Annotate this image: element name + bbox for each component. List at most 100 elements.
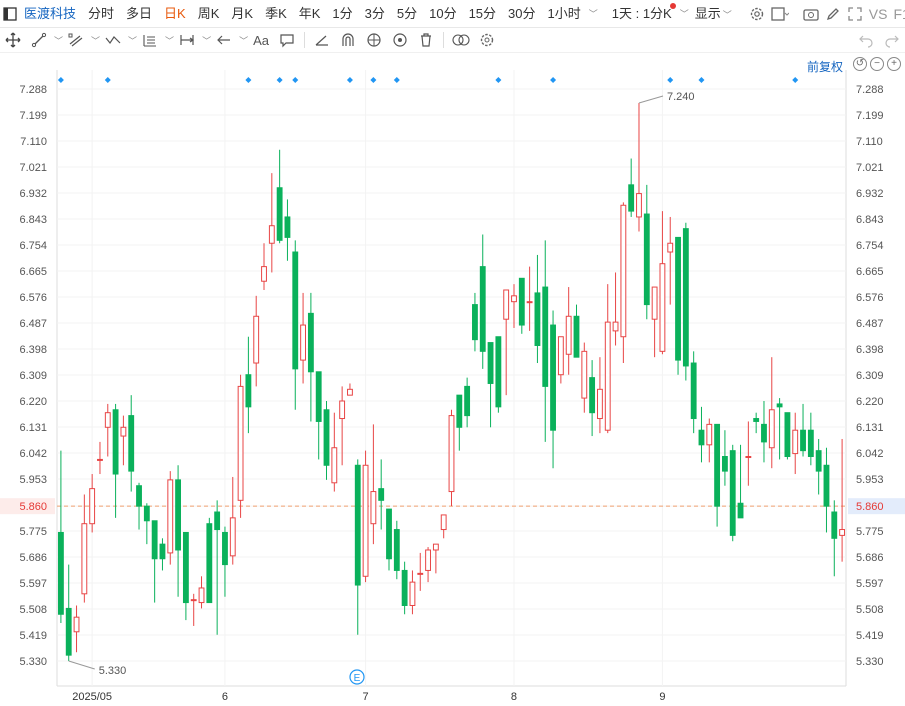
vs-button[interactable]: VS bbox=[866, 0, 891, 28]
y-tick-label-left: 5.686 bbox=[19, 552, 47, 564]
zoom-out-icon[interactable]: − bbox=[870, 57, 884, 71]
y-tick-label-right: 6.576 bbox=[856, 292, 884, 304]
settings-gear-icon[interactable] bbox=[749, 3, 765, 25]
candle-body bbox=[417, 572, 424, 575]
event-diamond-marker bbox=[57, 77, 64, 83]
candle-body bbox=[807, 429, 814, 458]
period-tab-2[interactable]: 日K bbox=[158, 0, 192, 28]
comment-icon[interactable] bbox=[276, 29, 298, 51]
angle-tool-icon[interactable] bbox=[311, 29, 333, 51]
candle-body bbox=[472, 304, 478, 341]
event-diamond-marker bbox=[276, 77, 283, 83]
y-tick-label-left: 6.843 bbox=[19, 214, 47, 226]
chevron-down-icon[interactable]: ﹀ bbox=[165, 34, 174, 47]
candle-body bbox=[347, 388, 353, 396]
range-measure-icon[interactable] bbox=[176, 29, 198, 51]
fullscreen-icon[interactable] bbox=[847, 3, 863, 25]
y-tick-label-right: 6.487 bbox=[856, 318, 884, 330]
event-diamond-marker bbox=[346, 77, 353, 83]
y-tick-label-right: 6.042 bbox=[856, 448, 884, 460]
candle-body bbox=[761, 423, 767, 443]
period-tab-4[interactable]: 月K bbox=[225, 0, 259, 28]
candle-body bbox=[565, 315, 572, 355]
period-dropdown-icon[interactable]: ﹀ bbox=[589, 7, 598, 20]
trash-icon[interactable] bbox=[415, 29, 437, 51]
candle-body bbox=[518, 277, 525, 326]
candle-body bbox=[229, 517, 236, 557]
layout-square-icon[interactable] bbox=[771, 3, 789, 25]
candle-body bbox=[104, 412, 111, 428]
min-price-label: 5.330 bbox=[99, 665, 127, 677]
magnet-icon[interactable] bbox=[337, 29, 359, 51]
candlestick-chart[interactable]: 7.288 7.288 7.199 7.199 7.110 7.110 7.021 7.021… bbox=[0, 0, 905, 706]
chevron-down-icon[interactable]: ﹀ bbox=[91, 34, 100, 47]
price-adjust-label[interactable]: 前复权 bbox=[807, 58, 843, 75]
move-cross-icon[interactable] bbox=[2, 29, 24, 51]
chevron-down-icon[interactable]: ﹀ bbox=[202, 34, 211, 47]
camera-icon[interactable] bbox=[803, 3, 819, 25]
period-tab-10[interactable]: 10分 bbox=[423, 0, 462, 28]
text-tool-icon[interactable]: Aa bbox=[250, 29, 272, 51]
mode-selector[interactable]: 1天 : 1分K bbox=[606, 0, 678, 28]
current-price-tag-right bbox=[848, 498, 905, 515]
chevron-down-icon[interactable]: ﹀ bbox=[54, 34, 63, 47]
candle-body bbox=[456, 394, 463, 428]
period-tab-12[interactable]: 30分 bbox=[502, 0, 541, 28]
fibonacci-tool-icon[interactable] bbox=[139, 29, 161, 51]
mode-dropdown-icon[interactable]: ﹀ bbox=[680, 7, 689, 20]
chevron-down-icon[interactable]: ﹀ bbox=[128, 34, 137, 47]
event-diamond-marker bbox=[370, 77, 377, 83]
period-tab-11[interactable]: 15分 bbox=[463, 0, 502, 28]
period-tab-5[interactable]: 季K bbox=[259, 0, 293, 28]
event-e-label: E bbox=[354, 673, 361, 684]
period-tab-0[interactable]: 分时 bbox=[82, 0, 120, 28]
period-tab-6[interactable]: 年K bbox=[293, 0, 327, 28]
stock-name[interactable]: 医渡科技 bbox=[20, 0, 82, 28]
x-tick-label: 6 bbox=[222, 691, 228, 703]
candle-body bbox=[393, 529, 400, 571]
period-tab-7[interactable]: 1分 bbox=[326, 0, 358, 28]
candle-body bbox=[448, 415, 455, 493]
period-tab-1[interactable]: 多日 bbox=[120, 0, 158, 28]
y-tick-label-left: 7.199 bbox=[19, 110, 47, 122]
wave-tool-icon[interactable] bbox=[102, 29, 124, 51]
eye-icon[interactable] bbox=[389, 29, 411, 51]
candle-body bbox=[206, 523, 213, 604]
arrow-left-icon[interactable] bbox=[213, 29, 235, 51]
f10-button[interactable]: F10 bbox=[890, 0, 905, 28]
candle-body bbox=[315, 371, 322, 422]
lock-drawing-icon[interactable] bbox=[363, 29, 385, 51]
drawing-settings-icon[interactable] bbox=[476, 29, 498, 51]
candle-body bbox=[721, 456, 728, 472]
display-menu[interactable]: 显示 ﹀ bbox=[689, 0, 738, 28]
event-diamond-marker bbox=[550, 77, 557, 83]
chevron-down-icon[interactable]: ﹀ bbox=[239, 34, 248, 47]
channel-tool-icon[interactable] bbox=[65, 29, 87, 51]
candle-body bbox=[331, 447, 338, 484]
period-tab-3[interactable]: 周K bbox=[192, 0, 226, 28]
y-tick-label-right: 7.288 bbox=[856, 84, 884, 96]
y-tick-label-right: 6.932 bbox=[856, 188, 884, 200]
x-tick-label: 7 bbox=[363, 691, 369, 703]
period-tab-8[interactable]: 3分 bbox=[359, 0, 391, 28]
y-tick-label-right: 7.021 bbox=[856, 162, 884, 174]
redo-icon[interactable] bbox=[881, 29, 903, 51]
line-tool-icon[interactable] bbox=[28, 29, 50, 51]
pencil-icon[interactable] bbox=[825, 3, 841, 25]
candle-body bbox=[300, 324, 306, 361]
candle-body bbox=[464, 385, 471, 417]
reset-icon[interactable]: ↺ bbox=[853, 57, 867, 71]
y-tick-label-left: 6.398 bbox=[19, 344, 47, 356]
y-tick-label-left: 6.309 bbox=[19, 370, 47, 382]
period-tab-13[interactable]: 1小时 bbox=[542, 0, 587, 28]
compare-icon[interactable] bbox=[450, 29, 472, 51]
zoom-in-icon[interactable]: + bbox=[887, 57, 901, 71]
undo-icon[interactable] bbox=[855, 29, 877, 51]
candle-body bbox=[628, 184, 635, 212]
candle-body bbox=[487, 342, 494, 384]
candle-body bbox=[268, 225, 275, 244]
sidebar-toggle-icon[interactable] bbox=[3, 3, 17, 25]
period-tab-9[interactable]: 5分 bbox=[391, 0, 423, 28]
candle-body bbox=[636, 193, 642, 218]
candle-body bbox=[378, 488, 385, 501]
